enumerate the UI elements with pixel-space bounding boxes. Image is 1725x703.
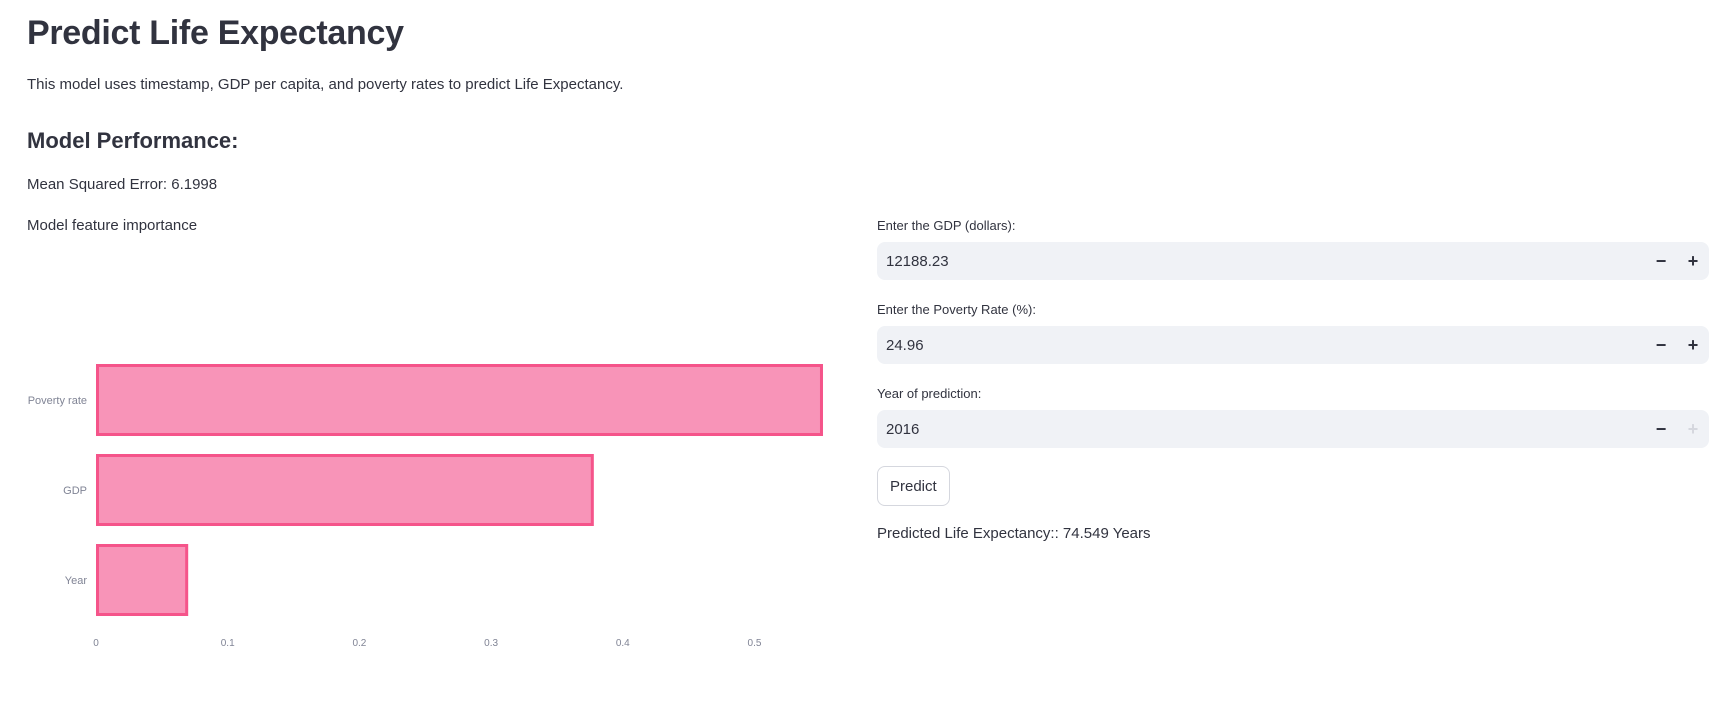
x-tick-label: 0.3: [484, 638, 498, 649]
poverty-rate-number-input: − +: [877, 325, 1709, 365]
feature-importance-chart: Poverty rate GDP Year 0 0.1 0.2 0.3 0.4 0.5: [28, 364, 823, 649]
gdp-label: Enter the GDP (dollars):: [877, 218, 1016, 233]
x-tick-label: 0.2: [352, 638, 366, 649]
gdp-increment-button[interactable]: +: [1677, 242, 1709, 280]
model-performance-heading: Model Performance:: [27, 128, 239, 153]
bar-year: [96, 544, 189, 616]
x-tick-label: 0.5: [748, 638, 762, 649]
page-description: This model uses timestamp, GDP per capit…: [27, 76, 624, 93]
x-tick-label: 0.4: [616, 638, 630, 649]
gdp-number-input: − +: [877, 241, 1709, 281]
bar-poverty-rate: [96, 364, 823, 436]
gdp-input[interactable]: [877, 241, 1645, 281]
year-increment-button[interactable]: +: [1677, 410, 1709, 448]
y-tick-label: GDP: [63, 485, 87, 497]
year-decrement-button[interactable]: −: [1645, 410, 1677, 448]
gdp-decrement-button[interactable]: −: [1645, 242, 1677, 280]
prediction-result: Predicted Life Expectancy:: 74.549 Years: [877, 525, 1151, 542]
year-input[interactable]: [877, 409, 1645, 449]
poverty-rate-input[interactable]: [877, 325, 1645, 365]
poverty-rate-label: Enter the Poverty Rate (%):: [877, 302, 1036, 317]
poverty-rate-increment-button[interactable]: +: [1677, 326, 1709, 364]
year-label: Year of prediction:: [877, 386, 982, 401]
predict-button[interactable]: Predict: [877, 466, 950, 506]
y-tick-label: Year: [65, 575, 88, 587]
bar-gdp: [96, 454, 594, 526]
x-tick-label: 0.1: [221, 638, 235, 649]
x-tick-label: 0: [93, 638, 99, 649]
year-number-input: − +: [877, 409, 1709, 449]
y-tick-label: Poverty rate: [28, 395, 87, 407]
poverty-rate-decrement-button[interactable]: −: [1645, 326, 1677, 364]
mse-text: Mean Squared Error: 6.1998: [27, 176, 218, 193]
page-title: Predict Life Expectancy: [27, 14, 404, 52]
